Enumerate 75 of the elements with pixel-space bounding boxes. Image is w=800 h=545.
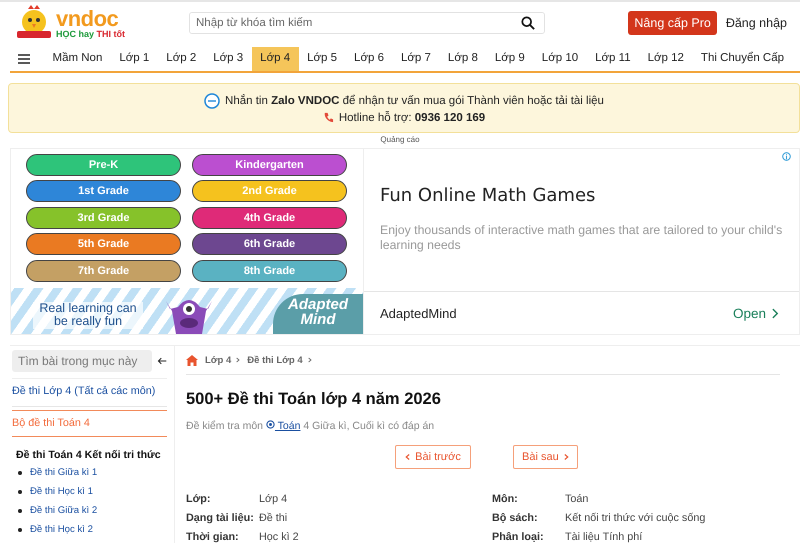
nav-tab[interactable]: Lớp 9: [486, 47, 534, 71]
upgrade-button[interactable]: Nâng cấp Pro: [628, 11, 717, 35]
logo-wordmark: vndoc: [56, 8, 118, 30]
meta-value: Đề thi: [259, 512, 288, 524]
chevron-left-icon: [405, 453, 410, 461]
meta-label: Thời gian:: [186, 531, 240, 543]
sidebar-list-link[interactable]: Đề thi Giữa kì 1: [30, 467, 98, 478]
sidebar-list-link[interactable]: Đề thi Học kì 2: [30, 524, 93, 535]
nav-tab[interactable]: Lớp 6: [346, 47, 392, 71]
page-title: 500+ Đề thi Toán lớp 4 năm 2026: [186, 390, 442, 409]
nav-tab[interactable]: Lớp 12: [639, 47, 692, 71]
grade-pill[interactable]: 1st Grade: [26, 180, 181, 202]
page-subtitle: Đề kiểm tra môn Toán 4 Giữa kì, Cuối kì có đáp án: [186, 420, 436, 432]
ad-label: Quảng cáo: [379, 135, 421, 144]
nav-tab[interactable]: Lớp 10: [533, 47, 587, 71]
notice-message: Nhắn tin Zalo VNDOC để nhận tư vấn mua gói Thành viên hoặc tải tài liệu: [225, 94, 604, 106]
meta-label: Phân loại:: [492, 531, 545, 543]
chevron-right-icon: [236, 357, 240, 363]
menu-icon[interactable]: [18, 54, 30, 64]
meta-value: Tài liệu Tính phí: [565, 531, 644, 543]
meta-label: Lớp:: [186, 493, 212, 505]
nav-tab[interactable]: Thi Chuyển Cấp: [692, 47, 793, 71]
chevron-right-icon: [308, 357, 312, 363]
mascot-logo-icon: [14, 5, 54, 41]
nav-tab[interactable]: Lớp 2: [158, 47, 205, 71]
bullet-icon: [18, 508, 22, 512]
ad-description: Enjoy thousands of interactive math games that are tailored to your child's learning needs: [380, 223, 783, 252]
breadcrumb-link[interactable]: Lớp 4: [205, 354, 232, 366]
nav-tab[interactable]: Lớp 8: [439, 47, 486, 71]
bullet-icon: [18, 528, 22, 532]
nav-tab[interactable]: Lớp 3: [204, 47, 252, 71]
meta-value: Kết nối tri thức với cuộc sống: [565, 512, 706, 524]
open-link[interactable]: Open: [732, 306, 779, 320]
nav-tab[interactable]: Lớp 4: [252, 47, 299, 71]
meta-label: Dạng tài liệu:: [186, 512, 255, 524]
meta-value: Học kì 2: [259, 531, 300, 543]
previous-button[interactable]: Bài trước: [395, 445, 471, 469]
sidebar-search-field[interactable]: Tìm bài trong mục này: [12, 350, 152, 372]
meta-value: Lớp 4: [259, 493, 288, 505]
home-icon[interactable]: [186, 354, 198, 366]
bullet-icon: [18, 490, 22, 494]
search-field[interactable]: Nhập từ khóa tìm kiếm: [189, 12, 545, 34]
target-icon: [266, 420, 275, 429]
sidebar-link[interactable]: Đề thi Lớp 4 (Tất cả các môn): [12, 379, 167, 407]
nav-tab[interactable]: Lớp 11: [586, 47, 640, 71]
sidebar-list-link[interactable]: Đề thi Học kì 1: [30, 486, 93, 497]
ad-slogan: Real learning can be really fun: [33, 302, 143, 329]
ad-headline[interactable]: Fun Online Math Games: [380, 185, 783, 206]
subject-link[interactable]: Toán: [266, 420, 300, 432]
meta-label: Bộ sách:: [492, 512, 539, 524]
grade-pill[interactable]: 6th Grade: [192, 233, 347, 256]
ad-brand-art: Adapted Mind: [273, 294, 363, 334]
info-icon[interactable]: [782, 152, 791, 161]
next-button[interactable]: Bài sau: [513, 445, 578, 469]
nav-tab[interactable]: Lớp 1: [110, 47, 158, 71]
grade-pill[interactable]: Kindergarten: [192, 154, 347, 176]
meta-value: Toán: [565, 493, 590, 505]
login-link[interactable]: Đăng nhập: [726, 16, 787, 30]
chevron-right-icon: [772, 308, 779, 318]
bullet-icon: [18, 470, 22, 474]
hotline-text: Hotline hỗ trợ: 0936 120 169: [338, 112, 486, 124]
grade-pill[interactable]: 4th Grade: [192, 206, 347, 229]
phone-icon: [322, 112, 334, 123]
breadcrumb-link[interactable]: Đề thi Lớp 4: [247, 354, 303, 366]
sidebar-section-title: Đề thi Toán 4 Kết nối tri thức: [16, 449, 162, 461]
logo-tagline: HỌC hay THI tốt: [56, 30, 126, 38]
nav-tab[interactable]: Lớp 7: [392, 47, 440, 71]
search-icon[interactable]: [521, 16, 535, 30]
nav-tab[interactable]: Mầm Non: [44, 47, 111, 71]
chevron-right-icon: [564, 453, 569, 461]
sidebar-list-link[interactable]: Đề thi Giữa kì 2: [30, 505, 98, 516]
nav-tab[interactable]: Lớp 5: [298, 47, 346, 71]
back-arrow-icon[interactable]: [157, 356, 167, 366]
meta-label: Môn:: [492, 493, 519, 505]
advertiser-name: AdaptedMind: [380, 306, 457, 320]
